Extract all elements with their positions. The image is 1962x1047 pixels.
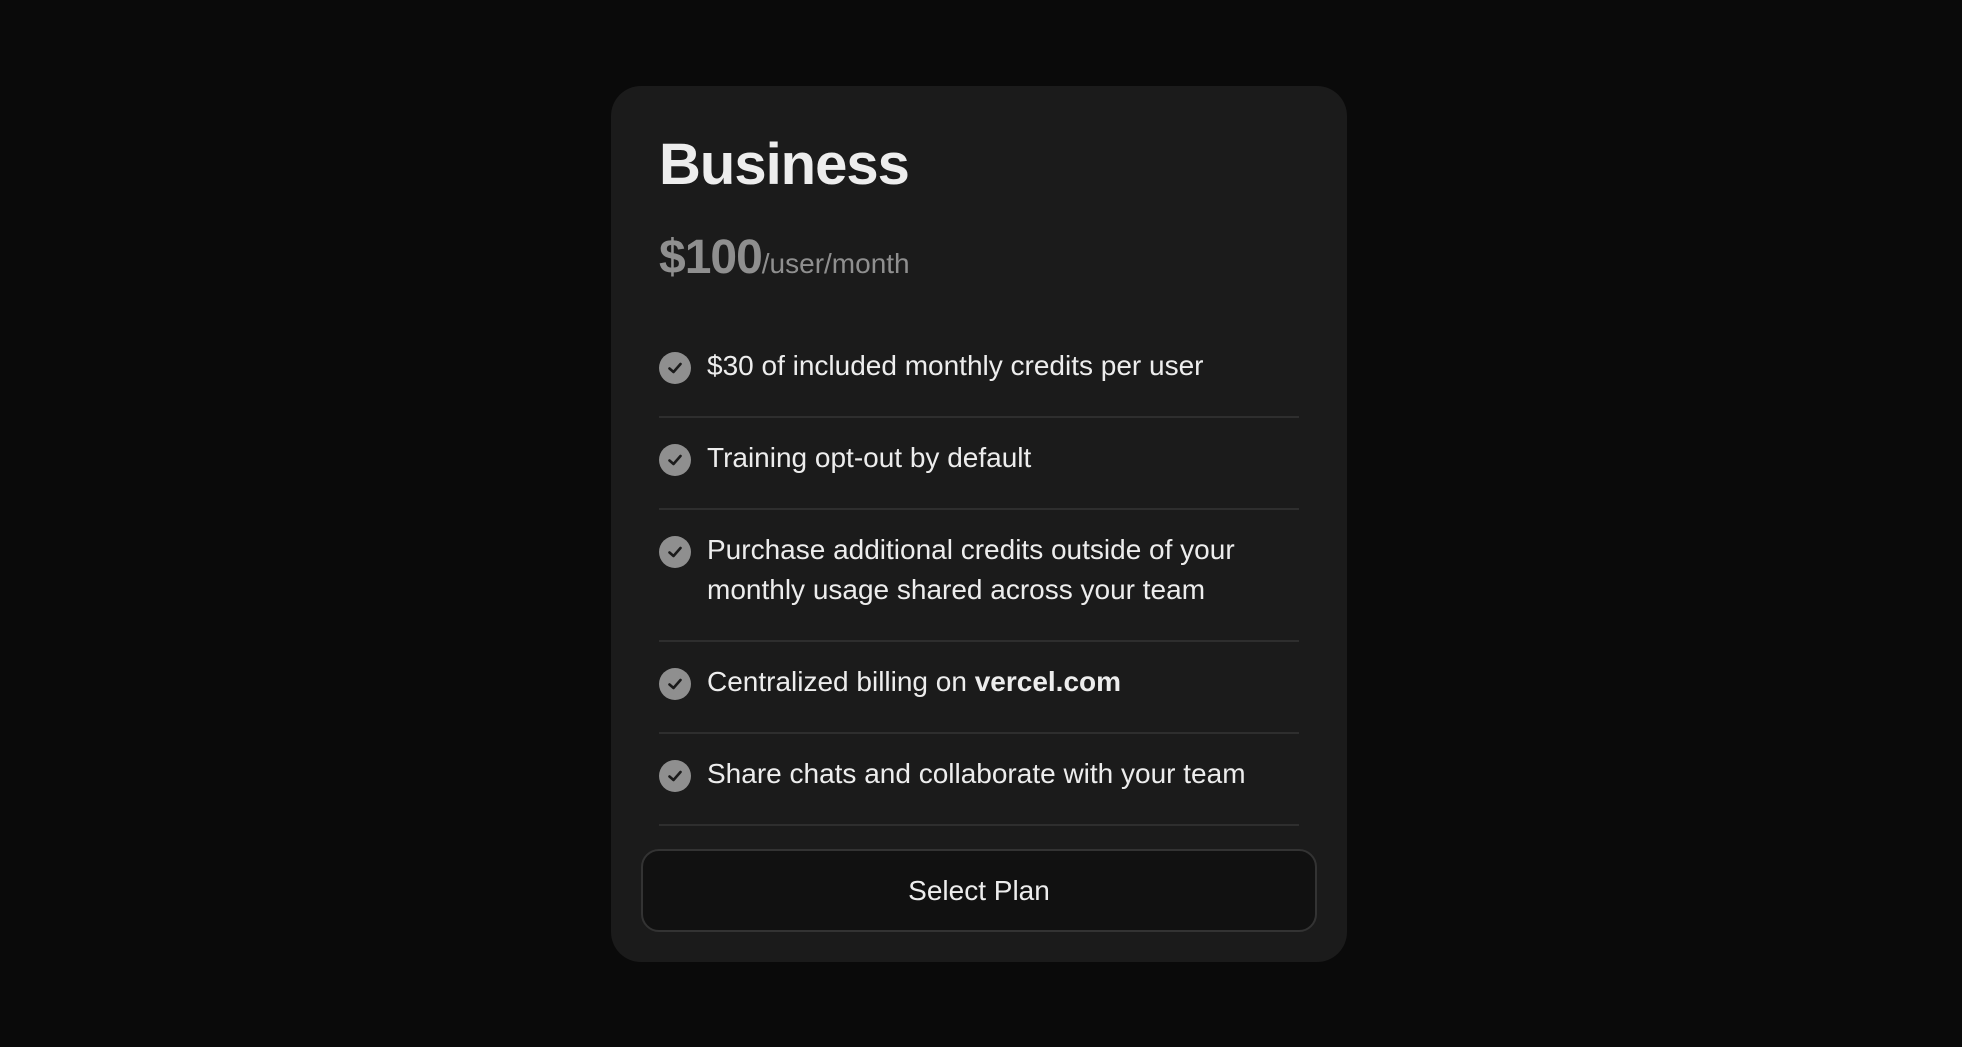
- check-circle-icon: [659, 352, 691, 384]
- plan-price: $100 /user/month: [659, 234, 910, 282]
- price-amount: $100: [659, 231, 763, 284]
- feature-item: Share chats and collaborate with your te…: [659, 734, 1299, 826]
- feature-text: Share chats and collaborate with your te…: [707, 758, 1246, 789]
- feature-item: Centralized billing on vercel.com: [659, 642, 1299, 734]
- feature-text: Purchase additional credits outside of y…: [707, 534, 1235, 605]
- check-circle-icon: [659, 760, 691, 792]
- pricing-card: Business $100 /user/month $30 of include…: [611, 86, 1347, 962]
- feature-item: Training opt-out by default: [659, 418, 1299, 510]
- check-circle-icon: [659, 536, 691, 568]
- feature-text: Training opt-out by default: [707, 442, 1032, 473]
- feature-text-prefix: Centralized billing on: [707, 666, 975, 697]
- check-circle-icon: [659, 444, 691, 476]
- feature-text: $30 of included monthly credits per user: [707, 350, 1204, 381]
- check-circle-icon: [659, 668, 691, 700]
- feature-item: $30 of included monthly credits per user: [659, 326, 1299, 418]
- plan-title: Business: [659, 132, 910, 197]
- feature-text: Centralized billing on vercel.com: [707, 662, 1121, 702]
- feature-list: $30 of included monthly credits per user…: [659, 326, 1299, 826]
- vercel-domain: vercel.com: [974, 666, 1122, 697]
- price-unit: /user/month: [761, 248, 910, 279]
- select-plan-button[interactable]: Select Plan: [641, 849, 1317, 932]
- feature-item: Purchase additional credits outside of y…: [659, 510, 1299, 642]
